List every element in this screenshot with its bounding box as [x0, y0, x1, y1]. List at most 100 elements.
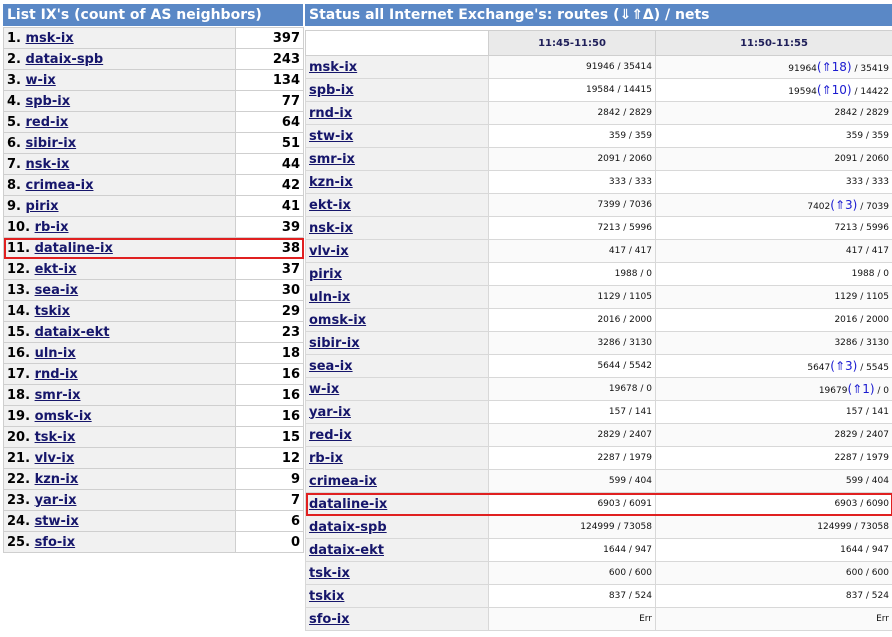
ix-link-tsk-ix[interactable]: tsk-ix: [35, 430, 76, 445]
ix-list-row: 4. spb-ix 77: [3, 90, 304, 112]
ix-link-sea-ix[interactable]: sea-ix: [35, 283, 79, 298]
ix-status-link-crimea-ix[interactable]: crimea-ix: [309, 474, 377, 489]
ix-list-row: 13. sea-ix 30: [3, 279, 304, 301]
ix-status-row: yar-ix 157 / 141 157 / 141: [305, 400, 892, 424]
routes-nets-interval-1: 1129 / 1105: [488, 285, 656, 309]
ix-status-link-red-ix[interactable]: red-ix: [309, 428, 352, 443]
ix-link-stw-ix[interactable]: stw-ix: [35, 514, 79, 529]
ix-status-link-uln-ix[interactable]: uln-ix: [309, 290, 350, 305]
ix-link-sfo-ix[interactable]: sfo-ix: [35, 535, 76, 550]
ix-link-spb-ix[interactable]: spb-ix: [26, 94, 71, 109]
header-blank: [305, 30, 489, 56]
ix-status-row: stw-ix 359 / 359 359 / 359: [305, 124, 892, 148]
ix-rank: 10.: [7, 219, 31, 235]
ix-status-link-sea-ix[interactable]: sea-ix: [309, 359, 353, 374]
nets-value: / 14422: [851, 87, 889, 97]
ix-status-link-rnd-ix[interactable]: rnd-ix: [309, 106, 352, 121]
ix-link-yar-ix[interactable]: yar-ix: [35, 493, 77, 508]
ix-list-name-cell: 17. rnd-ix: [3, 363, 236, 385]
ix-link-dataix-ekt[interactable]: dataix-ekt: [35, 325, 110, 340]
routes-nets-interval-1: 3286 / 3130: [488, 331, 656, 355]
routes-nets-interval-1: 5644 / 5542: [488, 354, 656, 378]
routes-nets-interval-2: 7213 / 5996: [655, 216, 892, 240]
ix-list-name-cell: 14. tskix: [3, 300, 236, 322]
ix-status-link-w-ix[interactable]: w-ix: [309, 382, 339, 397]
ix-neighbor-count: 9: [235, 468, 304, 490]
ix-link-pirix[interactable]: pirix: [26, 199, 59, 214]
ix-list-row: 17. rnd-ix 16: [3, 363, 304, 385]
ix-list-row: 7. nsk-ix 44: [3, 153, 304, 175]
ix-list-name-cell: 10. rb-ix: [3, 216, 236, 238]
routes-nets-interval-1: 417 / 417: [488, 239, 656, 263]
ix-link-tskix[interactable]: tskix: [35, 304, 70, 319]
ix-status-row: red-ix 2829 / 2407 2829 / 2407: [305, 423, 892, 447]
ix-link-dataix-spb[interactable]: dataix-spb: [26, 52, 104, 67]
ix-list-row: 24. stw-ix 6: [3, 510, 304, 532]
ix-link-rb-ix[interactable]: rb-ix: [35, 220, 69, 235]
ix-status-row: uln-ix 1129 / 1105 1129 / 1105: [305, 285, 892, 309]
ix-link-crimea-ix[interactable]: crimea-ix: [26, 178, 94, 193]
routes-nets-interval-1: 333 / 333: [488, 170, 656, 194]
ix-status-link-nsk-ix[interactable]: nsk-ix: [309, 221, 353, 236]
ix-link-rnd-ix[interactable]: rnd-ix: [35, 367, 78, 382]
ix-link-nsk-ix[interactable]: nsk-ix: [26, 157, 70, 172]
ix-status-link-dataline-ix[interactable]: dataline-ix: [309, 497, 387, 512]
ix-link-omsk-ix[interactable]: omsk-ix: [35, 409, 92, 424]
routes-nets-interval-2: 2016 / 2000: [655, 308, 892, 332]
routes-nets-interval-1: 599 / 404: [488, 469, 656, 493]
ix-link-red-ix[interactable]: red-ix: [26, 115, 69, 130]
ix-link-w-ix[interactable]: w-ix: [26, 73, 56, 88]
ix-neighbor-count: 12: [235, 447, 304, 469]
ix-status-link-sibir-ix[interactable]: sibir-ix: [309, 336, 360, 351]
ix-status-link-dataix-ekt[interactable]: dataix-ekt: [309, 543, 384, 558]
ix-status-link-vlv-ix[interactable]: vlv-ix: [309, 244, 349, 259]
ix-link-msk-ix[interactable]: msk-ix: [26, 31, 74, 46]
routes-nets-interval-2: 2829 / 2407: [655, 423, 892, 447]
ix-status-link-msk-ix[interactable]: msk-ix: [309, 60, 357, 75]
routes-value: 6903 / 6090: [834, 499, 889, 509]
ix-neighbor-count: 30: [235, 279, 304, 301]
ix-link-smr-ix[interactable]: smr-ix: [35, 388, 81, 403]
ix-rank: 21.: [7, 450, 31, 466]
ix-status-link-spb-ix[interactable]: spb-ix: [309, 83, 354, 98]
ix-link-vlv-ix[interactable]: vlv-ix: [35, 451, 75, 466]
ix-status-link-kzn-ix[interactable]: kzn-ix: [309, 175, 353, 190]
ix-status-name-cell: uln-ix: [305, 285, 489, 309]
routes-nets-interval-2: 2091 / 2060: [655, 147, 892, 171]
ix-neighbor-count: 64: [235, 111, 304, 133]
ix-neighbor-count: 41: [235, 195, 304, 217]
routes-value: 2829 / 2407: [834, 430, 889, 440]
ix-status-row: ekt-ix 7399 / 7036 7402(⇑3) / 7039: [305, 193, 892, 217]
ix-status-name-cell: smr-ix: [305, 147, 489, 171]
ix-status-row: smr-ix 2091 / 2060 2091 / 2060: [305, 147, 892, 171]
ix-neighbor-count: 38: [235, 237, 304, 259]
ix-status-link-ekt-ix[interactable]: ekt-ix: [309, 198, 351, 213]
ix-list-row: 16. uln-ix 18: [3, 342, 304, 364]
ix-link-kzn-ix[interactable]: kzn-ix: [35, 472, 79, 487]
ix-status-link-tsk-ix[interactable]: tsk-ix: [309, 566, 350, 581]
ix-status-row: rnd-ix 2842 / 2829 2842 / 2829: [305, 101, 892, 125]
routes-value: 600 / 600: [845, 568, 889, 578]
ix-link-uln-ix[interactable]: uln-ix: [35, 346, 76, 361]
ix-status-link-tskix[interactable]: tskix: [309, 589, 344, 604]
ix-status-link-rb-ix[interactable]: rb-ix: [309, 451, 343, 466]
routes-nets-interval-2: 124999 / 73058: [655, 515, 892, 539]
ix-status-link-dataix-spb[interactable]: dataix-spb: [309, 520, 387, 535]
ix-neighbor-count: 7: [235, 489, 304, 511]
ix-link-dataline-ix[interactable]: dataline-ix: [35, 241, 113, 256]
ix-status-link-pirix[interactable]: pirix: [309, 267, 342, 282]
ix-status-link-sfo-ix[interactable]: sfo-ix: [309, 612, 350, 627]
ix-rank: 14.: [7, 303, 31, 319]
ix-status-row: dataix-spb 124999 / 73058 124999 / 73058: [305, 515, 892, 539]
ix-rank: 3.: [7, 72, 21, 88]
ix-status-link-smr-ix[interactable]: smr-ix: [309, 152, 355, 167]
ix-status-name-cell: vlv-ix: [305, 239, 489, 263]
ix-status-link-yar-ix[interactable]: yar-ix: [309, 405, 351, 420]
ix-status-link-omsk-ix[interactable]: omsk-ix: [309, 313, 366, 328]
ix-link-sibir-ix[interactable]: sibir-ix: [26, 136, 77, 151]
routes-value: 359 / 359: [845, 131, 889, 141]
ix-list-name-cell: 19. omsk-ix: [3, 405, 236, 427]
ix-link-ekt-ix[interactable]: ekt-ix: [35, 262, 77, 277]
ix-status-link-stw-ix[interactable]: stw-ix: [309, 129, 353, 144]
routes-nets-interval-2: 600 / 600: [655, 561, 892, 585]
